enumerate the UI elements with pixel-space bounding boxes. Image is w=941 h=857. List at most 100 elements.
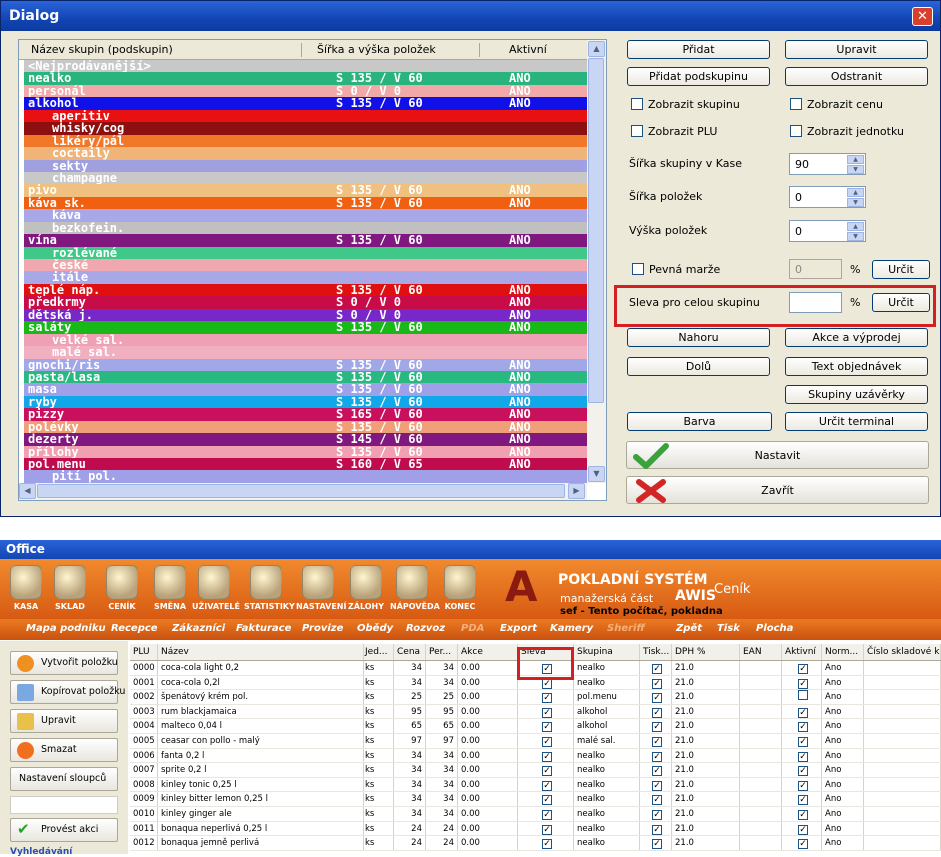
menu-item[interactable]: Fakturace: [236, 623, 291, 634]
checkbox-icon[interactable]: ✓: [798, 839, 808, 850]
ribbon-button[interactable]: NÁPOVĚDA: [390, 565, 440, 611]
order-text-button[interactable]: Text objednávek: [785, 357, 928, 376]
ribbon-button[interactable]: UŽIVATELÉ: [192, 565, 240, 611]
spin-up-icon[interactable]: ▲: [847, 222, 864, 231]
column-settings-button[interactable]: Nastavení sloupců: [10, 767, 118, 791]
checkbox-icon[interactable]: ✓: [542, 737, 552, 747]
menu-item[interactable]: PDA: [461, 623, 484, 634]
column-header[interactable]: Akce: [458, 644, 518, 660]
checkbox-icon[interactable]: ✓: [652, 751, 662, 762]
group-row[interactable]: ryby Š 135 / V 60 ANO: [24, 395, 587, 409]
determine-discount-button[interactable]: Určit: [872, 293, 930, 312]
close-button[interactable]: Zavřít: [626, 476, 929, 504]
group-width-spinner[interactable]: 90 ▲ ▼: [789, 153, 866, 175]
promo-button[interactable]: Akce a výprodej: [785, 328, 928, 347]
group-row[interactable]: teplé náp. Š 135 / V 60 ANO: [24, 283, 587, 297]
checkbox-icon[interactable]: ✓: [652, 707, 662, 718]
spin-up-icon[interactable]: ▲: [847, 155, 864, 164]
item-height-spinner[interactable]: 0 ▲ ▼: [789, 220, 866, 242]
group-row[interactable]: dětská j. Š 0 / V 0 ANO: [24, 308, 587, 322]
column-header[interactable]: Číslo skladové k...: [864, 644, 941, 660]
edit-button[interactable]: Upravit: [785, 40, 928, 59]
group-row[interactable]: polévky Š 135 / V 60 ANO: [24, 420, 587, 434]
checkbox-icon[interactable]: ✓: [798, 722, 808, 733]
menu-item[interactable]: Export: [500, 623, 537, 634]
closing-groups-button[interactable]: Skupiny uzávěrky: [785, 385, 928, 404]
checkbox-icon[interactable]: ✓: [542, 678, 552, 689]
group-row[interactable]: sekty: [24, 159, 587, 172]
color-button[interactable]: Barva: [627, 412, 772, 431]
group-row[interactable]: káva sk. Š 135 / V 60 ANO: [24, 196, 587, 210]
filter-input[interactable]: [10, 796, 118, 814]
scroll-left-icon[interactable]: ◀: [19, 483, 36, 499]
group-row[interactable]: <Nejprodávanější>: [24, 60, 587, 73]
column-header[interactable]: Jed...: [362, 644, 394, 660]
create-item-button[interactable]: Vytvořit položku: [10, 651, 118, 675]
checkbox-icon[interactable]: ✓: [542, 707, 552, 718]
column-header[interactable]: DPH %: [672, 644, 740, 660]
menu-item[interactable]: Rozvoz: [406, 623, 445, 634]
checkbox-icon[interactable]: ✓: [542, 766, 552, 777]
show-price-checkbox[interactable]: Zobrazit cenu: [790, 98, 883, 111]
checkbox-icon[interactable]: ✓: [542, 722, 552, 733]
ribbon-button[interactable]: SMĚNA: [148, 565, 192, 611]
menu-item[interactable]: Tisk: [717, 623, 740, 634]
col-active-header[interactable]: Aktivní: [509, 43, 547, 56]
checkbox-icon[interactable]: ✓: [652, 795, 662, 806]
terminal-button[interactable]: Určit terminal: [785, 412, 928, 431]
checkbox-icon[interactable]: ✓: [652, 824, 662, 835]
margin-input[interactable]: 0: [789, 259, 842, 279]
group-row[interactable]: rozlévané: [24, 246, 587, 259]
group-row[interactable]: coctaily: [24, 147, 587, 160]
group-row[interactable]: pasta/lasa Š 135 / V 60 ANO: [24, 370, 587, 384]
group-row[interactable]: káva: [24, 209, 587, 222]
checkbox-icon[interactable]: ✓: [652, 678, 662, 689]
checkbox-icon[interactable]: ✓: [798, 780, 808, 791]
close-icon[interactable]: ✕: [912, 7, 933, 26]
table-row[interactable]: 0011 bonaqua neperlivá 0,25 l ks 24 24 0.00 ✓ n…: [130, 821, 941, 837]
checkbox-icon[interactable]: ✓: [798, 795, 808, 806]
group-row[interactable]: velké sal.: [24, 333, 587, 347]
checkbox-icon[interactable]: ✓: [798, 737, 808, 747]
ribbon-button[interactable]: CENÍK: [100, 565, 144, 611]
column-header[interactable]: Cena: [394, 644, 426, 660]
menu-item[interactable]: Zákazníci: [172, 623, 225, 634]
fixed-margin-checkbox[interactable]: Pevná marže: [632, 263, 720, 276]
col-name-header[interactable]: Název skupin (podskupin): [31, 43, 173, 56]
column-header[interactable]: Aktivní: [782, 644, 822, 660]
checkbox-icon[interactable]: ✓: [542, 795, 552, 806]
column-header[interactable]: Per...: [426, 644, 458, 660]
group-row[interactable]: malé sal.: [24, 346, 587, 359]
group-row[interactable]: masa Š 135 / V 60 ANO: [24, 383, 587, 396]
group-row[interactable]: pivo Š 135 / V 60 ANO: [24, 184, 587, 197]
group-row[interactable]: whisky/cog: [24, 122, 587, 135]
scroll-down-icon[interactable]: ▼: [588, 466, 605, 482]
checkbox-icon[interactable]: ✓: [798, 678, 808, 689]
spin-down-icon[interactable]: ▼: [847, 198, 864, 207]
table-row[interactable]: 0004 malteco 0,04 l ks 65 65 0.00 ✓ alkohol ✓ 21.…: [130, 719, 941, 734]
checkbox-icon[interactable]: ✓: [542, 810, 552, 820]
group-row[interactable]: nealko Š 135 / V 60 ANO: [24, 72, 587, 85]
checkbox-icon[interactable]: ✓: [542, 751, 552, 762]
down-button[interactable]: Dolů: [627, 357, 770, 376]
group-row[interactable]: itále: [24, 271, 587, 284]
column-header[interactable]: Skupina: [574, 644, 640, 660]
remove-button[interactable]: Odstranit: [785, 67, 928, 86]
checkbox-icon[interactable]: ✓: [798, 664, 808, 674]
menu-item[interactable]: Zpět: [676, 623, 702, 634]
search-label[interactable]: Vyhledávání: [10, 847, 72, 857]
checkbox-icon[interactable]: ✓: [542, 824, 552, 835]
group-row[interactable]: vína Š 135 / V 60 ANO: [24, 234, 587, 247]
spin-up-icon[interactable]: ▲: [847, 188, 864, 197]
table-row[interactable]: 0005 ceasar con pollo - malý ks 97 97 0.00 ✓ ma…: [130, 734, 941, 749]
group-row[interactable]: přílohy Š 135 / V 60 ANO: [24, 445, 587, 458]
show-plu-checkbox[interactable]: Zobrazit PLU: [631, 125, 717, 138]
group-row[interactable]: gnochi/ris Š 135 / V 60 ANO: [24, 358, 587, 371]
group-row[interactable]: alkohol Š 135 / V 60 ANO: [24, 97, 587, 110]
discount-input[interactable]: [789, 292, 842, 313]
group-row[interactable]: dezerty Š 145 / V 60 ANO: [24, 433, 587, 446]
ribbon-button[interactable]: NASTAVENÍ: [296, 565, 346, 611]
column-header[interactable]: PLU: [130, 644, 158, 660]
ribbon-button[interactable]: KONEC: [438, 565, 482, 611]
ribbon-button[interactable]: SKLAD: [48, 565, 92, 611]
